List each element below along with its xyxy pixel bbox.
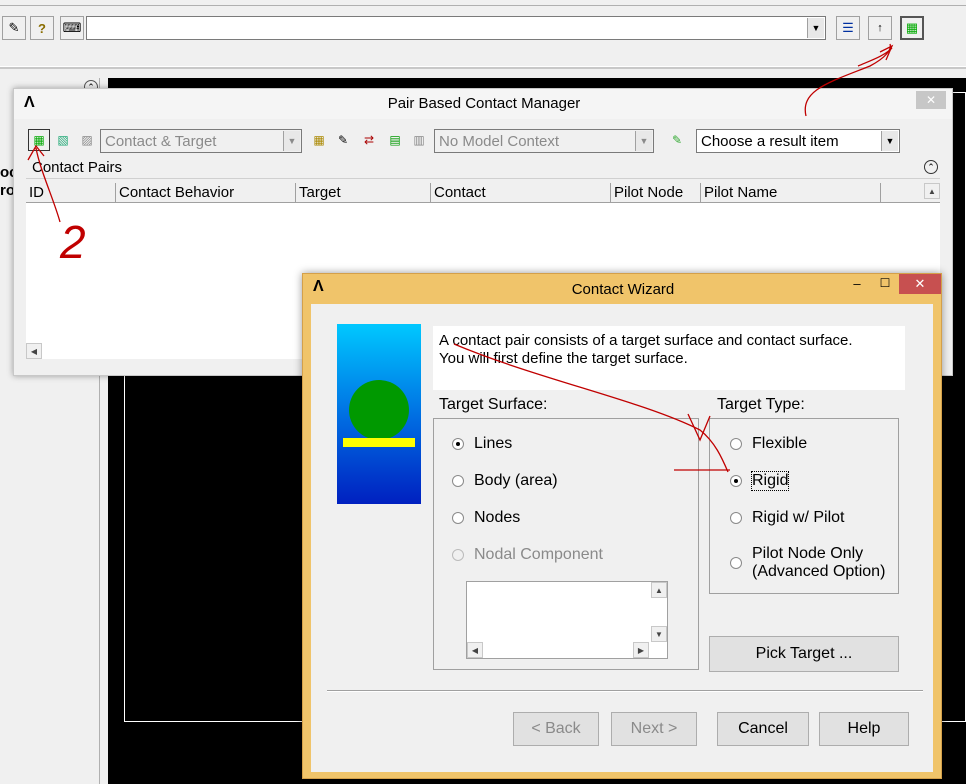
radio-nodes[interactable]: Nodes: [452, 509, 520, 527]
scroll-up-icon[interactable]: ▲: [924, 183, 940, 199]
result-item-combo[interactable]: Choose a result item ▼: [696, 129, 900, 153]
radio-flexible-indicator[interactable]: [730, 438, 742, 450]
radio-nodal-component: Nodal Component: [452, 546, 603, 564]
scroll-left-icon[interactable]: ◀: [26, 343, 42, 359]
flip-contact-icon[interactable]: ⇄: [358, 129, 380, 151]
target-type-group: Flexible Rigid Rigid w/ Pilot Pilot Node…: [709, 418, 899, 594]
contact-pairs-header: Contact Pairs ⌃: [26, 157, 940, 179]
status-icon[interactable]: ▥: [408, 129, 430, 151]
result-item-combo-value: Choose a result item: [701, 132, 839, 150]
scroll-up-icon[interactable]: ▲: [651, 582, 667, 598]
button-divider: [327, 690, 923, 692]
target-illustration: [337, 324, 421, 504]
chevron-down-icon[interactable]: ▼: [283, 131, 300, 151]
pbcm-titlebar: Λ Pair Based Contact Manager ✕: [14, 89, 952, 119]
radio-rigid-label: Rigid: [750, 471, 790, 491]
radio-flexible[interactable]: Flexible: [730, 435, 807, 453]
radio-rigid[interactable]: Rigid: [730, 471, 790, 491]
menu-strip-remnant: [0, 0, 966, 6]
raise-hidden-icon[interactable]: ☰: [836, 16, 860, 40]
target-surface-bar: [343, 438, 415, 447]
radio-pilot-node-only[interactable]: Pilot Node Only (Advanced Option): [730, 545, 885, 581]
contact-pairs-label: Contact Pairs: [32, 159, 123, 176]
pbcm-close-button[interactable]: ✕: [916, 91, 946, 109]
target-surface-group: Lines Body (area) Nodes Nodal Component …: [433, 418, 699, 670]
dropdown-arrow-icon[interactable]: ▼: [807, 18, 824, 38]
collapse-section-icon[interactable]: ⌃: [924, 160, 938, 174]
scroll-left-icon[interactable]: ◀: [467, 642, 483, 658]
pbcm-title: Pair Based Contact Manager: [387, 95, 581, 112]
radio-nodes-indicator[interactable]: [452, 512, 464, 524]
plot-result-icon[interactable]: ✎: [666, 129, 688, 151]
radio-body-area[interactable]: Body (area): [452, 472, 558, 490]
scroll-right-icon[interactable]: ▶: [633, 642, 649, 658]
wizard-body: A contact pair consists of a target surf…: [311, 304, 933, 772]
edit-icon[interactable]: ✎: [2, 16, 26, 40]
create-contact-icon[interactable]: ▦: [28, 129, 50, 151]
description-box: A contact pair consists of a target surf…: [433, 326, 905, 390]
column-header-target[interactable]: Target: [296, 183, 431, 202]
wizard-close-button[interactable]: ✕: [899, 274, 941, 294]
column-header-contact-behavior[interactable]: Contact Behavior: [116, 183, 296, 202]
delete-contact-icon[interactable]: ▨: [76, 129, 98, 151]
maximize-button[interactable]: ☐: [871, 276, 899, 294]
radio-rigid-pilot-indicator[interactable]: [730, 512, 742, 524]
scroll-down-icon[interactable]: ▼: [651, 626, 667, 642]
target-type-label: Target Type:: [717, 396, 805, 413]
chevron-down-icon[interactable]: ▼: [635, 131, 652, 151]
radio-lines-label: Lines: [474, 435, 513, 452]
next-button[interactable]: Next >: [611, 712, 697, 746]
radio-lines-indicator[interactable]: [452, 438, 464, 450]
contact-target-combo[interactable]: Contact & Target ▼: [100, 129, 302, 153]
keyboard-icon[interactable]: ⌨: [60, 16, 84, 40]
radio-rigid-pilot[interactable]: Rigid w/ Pilot: [730, 509, 844, 527]
column-header-pilot-name[interactable]: Pilot Name: [701, 183, 881, 202]
description-line-1: A contact pair consists of a target surf…: [439, 332, 853, 349]
radio-nodal-component-label: Nodal Component: [474, 546, 603, 563]
radio-flexible-label: Flexible: [752, 435, 808, 452]
pick-target-button[interactable]: Pick Target ...: [709, 636, 899, 672]
cancel-button[interactable]: Cancel: [717, 712, 809, 746]
radio-rigid-indicator[interactable]: [730, 475, 742, 487]
check-contact-icon[interactable]: ▤: [384, 129, 406, 151]
list-contact-icon[interactable]: ✎: [332, 129, 354, 151]
column-header-id[interactable]: ID: [26, 183, 116, 202]
command-input[interactable]: ▼: [86, 16, 826, 40]
radio-lines[interactable]: Lines: [452, 435, 512, 453]
toolbar-separator: [0, 66, 966, 69]
radio-pilot-node-only-label-2: (Advanced Option): [752, 563, 886, 580]
contact-pairs-table-header: ID Contact Behavior Target Contact Pilot…: [26, 183, 940, 203]
column-header-contact[interactable]: Contact: [431, 183, 611, 202]
help-icon[interactable]: ?: [30, 16, 54, 40]
back-button[interactable]: < Back: [513, 712, 599, 746]
radio-nodes-label: Nodes: [474, 509, 521, 526]
description-line-2: You will first define the target surface…: [439, 350, 688, 367]
plot-contact-icon[interactable]: ▦: [308, 129, 330, 151]
contact-target-combo-value: Contact & Target: [105, 132, 217, 150]
component-listbox[interactable]: ▲ ▼ ◀ ▶: [466, 581, 668, 659]
contact-wizard-window: Λ Contact Wizard – ☐ ✕ A contact pair co…: [302, 273, 942, 779]
chevron-down-icon[interactable]: ▼: [881, 131, 898, 151]
model-context-combo[interactable]: No Model Context ▼: [434, 129, 654, 153]
radio-pilot-node-only-indicator[interactable]: [730, 557, 742, 569]
reset-picking-icon[interactable]: ↑: [868, 16, 892, 40]
help-button[interactable]: Help: [819, 712, 909, 746]
target-surface-label: Target Surface:: [439, 396, 548, 413]
radio-pilot-node-only-label: Pilot Node Only: [752, 545, 864, 562]
radio-body-area-label: Body (area): [474, 472, 558, 489]
edit-contact-icon[interactable]: ▧: [52, 129, 74, 151]
radio-body-area-indicator[interactable]: [452, 475, 464, 487]
radio-rigid-pilot-label: Rigid w/ Pilot: [752, 509, 845, 526]
contact-manager-icon[interactable]: ▦: [900, 16, 924, 40]
minimize-button[interactable]: –: [843, 276, 871, 294]
contact-body-circle: [349, 380, 409, 440]
radio-nodal-component-indicator: [452, 549, 464, 561]
column-header-pilot-node[interactable]: Pilot Node: [611, 183, 701, 202]
model-context-combo-value: No Model Context: [439, 132, 560, 150]
